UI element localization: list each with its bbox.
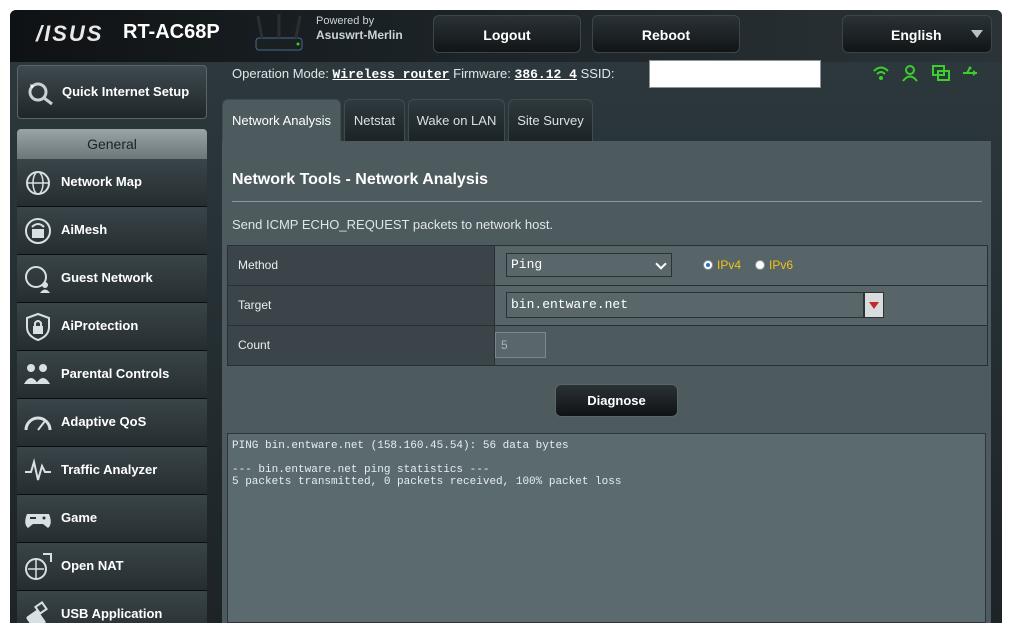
asus-logo: /ISUS <box>36 21 104 46</box>
user-icon[interactable] <box>902 64 920 82</box>
ipv4-label: IPv4 <box>717 258 742 272</box>
language-select[interactable]: English <box>842 15 992 53</box>
sidebar-item-label: Traffic Analyzer <box>61 462 158 477</box>
sidebar-item-label: AiMesh <box>61 222 108 237</box>
sidebar-item-label: AiProtection <box>61 318 139 333</box>
language-label: English <box>891 27 942 43</box>
globe-icon <box>26 171 50 195</box>
target-input[interactable]: bin.entware.net <box>506 292 864 318</box>
status-line: Operation Mode: Wireless router Firmware… <box>232 66 615 82</box>
powered-by: Powered by Asuswrt-Merlin <box>316 14 403 42</box>
sidebar-item-aimesh[interactable]: AiMesh <box>17 207 207 255</box>
router-icon <box>255 14 303 51</box>
diagnose-button[interactable]: Diagnose <box>555 384 678 417</box>
target-label: Target <box>228 286 494 325</box>
top-banner: /ISUS RT-AC68P Powered by Asuswrt-Merlin… <box>10 10 1002 62</box>
chevron-down-icon <box>971 30 983 38</box>
router-model: RT-AC68P <box>123 21 220 43</box>
sidebar-item-label: Parental Controls <box>61 366 170 381</box>
operation-mode-label: Operation Mode: <box>232 66 329 81</box>
sidebar-item-label: Adaptive QoS <box>61 414 147 429</box>
status-icons <box>872 64 980 82</box>
usb-icon[interactable] <box>962 64 980 82</box>
wifi-icon[interactable] <box>872 64 890 82</box>
ipv4-radio[interactable] <box>703 260 713 270</box>
ip-version-radios: IPv4 IPv6 <box>703 258 793 272</box>
powered-by-label: Powered by <box>316 15 375 27</box>
sidebar-item-guest-network[interactable]: Guest Network <box>17 255 207 303</box>
tab-network-analysis[interactable]: Network Analysis <box>222 99 341 141</box>
family-icon <box>24 364 50 384</box>
reboot-button[interactable]: Reboot <box>592 15 740 53</box>
operation-mode-link[interactable]: Wireless router <box>332 67 449 82</box>
sidebar-item-label: USB Application <box>61 606 163 621</box>
lock-shield-icon <box>26 312 50 342</box>
sidebar-item-label: Open NAT <box>61 558 124 573</box>
sidebar-item-usb-application[interactable]: USB Application <box>17 591 207 623</box>
tab-netstat[interactable]: Netstat <box>344 99 405 141</box>
ipv6-label: IPv6 <box>769 258 794 272</box>
sidebar-item-label: Guest Network <box>61 270 153 285</box>
count-input[interactable]: 5 <box>495 332 546 358</box>
network-icon[interactable] <box>932 64 950 82</box>
wizard-icon <box>28 82 53 106</box>
quick-internet-setup-button[interactable]: Quick Internet Setup <box>17 65 207 119</box>
settings-table: Method Ping IPv4 IPv6 Target bin.entware… <box>227 245 988 366</box>
sidebar-item-label: Game <box>61 510 98 525</box>
method-row: Method Ping IPv4 IPv6 <box>228 246 987 286</box>
gauge-icon <box>24 416 52 431</box>
open-nat-icon <box>25 553 52 580</box>
method-selected-value: Ping <box>511 257 543 272</box>
target-value-cell: bin.entware.net <box>494 286 987 325</box>
sidebar-item-parental-controls[interactable]: Parental Controls <box>17 351 207 399</box>
logout-button[interactable]: Logout <box>433 15 581 53</box>
sidebar-item-network-map[interactable]: Network Map <box>17 159 207 207</box>
sidebar-item-open-nat[interactable]: Open NAT <box>17 543 207 591</box>
target-row: Target bin.entware.net <box>228 286 987 326</box>
console-output[interactable]: PING bin.entware.net (158.160.45.54): 56… <box>227 433 986 623</box>
firmware-brand: Asuswrt-Merlin <box>316 28 403 42</box>
usb-app-icon <box>26 601 48 623</box>
tab-wake-on-lan[interactable]: Wake on LAN <box>408 99 505 141</box>
method-label: Method <box>228 246 494 285</box>
main-panel: Network Tools - Network Analysis Send IC… <box>222 141 991 623</box>
firmware-link[interactable]: 386.12_4 <box>515 67 577 82</box>
sidebar-item-label: Network Map <box>61 174 142 189</box>
tab-site-survey[interactable]: Site Survey <box>508 99 593 141</box>
quick-setup-label: Quick Internet Setup <box>62 84 190 99</box>
pulse-icon <box>25 458 51 481</box>
target-dropdown-button[interactable] <box>864 292 884 318</box>
gamepad-icon <box>25 514 51 528</box>
page-description: Send ICMP ECHO_REQUEST packets to networ… <box>232 217 554 232</box>
page-title: Network Tools - Network Analysis <box>232 171 489 188</box>
divider <box>232 201 982 202</box>
method-value-cell: Ping IPv4 IPv6 <box>494 246 987 285</box>
count-row: Count 5 <box>228 326 987 365</box>
sidebar-item-game[interactable]: Game <box>17 495 207 543</box>
router-admin-page: /ISUS RT-AC68P Powered by Asuswrt-Merlin… <box>10 10 1002 623</box>
count-value-cell: 5 <box>494 326 987 365</box>
chevron-down-icon <box>655 258 667 270</box>
method-select[interactable]: Ping <box>506 253 672 277</box>
firmware-label: Firmware: <box>453 66 511 81</box>
guest-network-icon <box>25 266 50 293</box>
sidebar-item-adaptive-qos[interactable]: Adaptive QoS <box>17 399 207 447</box>
ipv6-radio[interactable] <box>755 260 766 270</box>
sidebar-item-aiprotection[interactable]: AiProtection <box>17 303 207 351</box>
mesh-icon <box>25 218 51 244</box>
sidebar-menu: Network Map AiMesh Guest Network AiProte… <box>17 159 207 623</box>
count-label: Count <box>228 326 494 365</box>
sidebar-item-traffic-analyzer[interactable]: Traffic Analyzer <box>17 447 207 495</box>
ssid-label: SSID: <box>580 66 615 81</box>
ssid-value <box>649 60 821 88</box>
sidebar-section-general: General <box>17 129 207 159</box>
